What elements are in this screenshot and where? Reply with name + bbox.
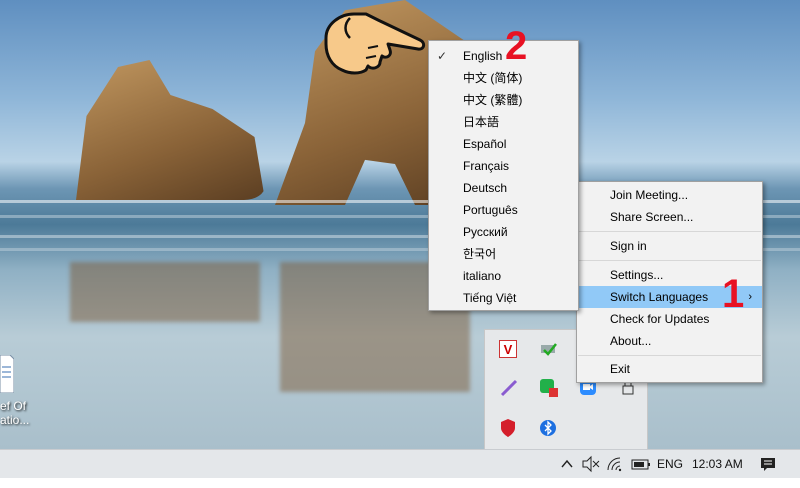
svg-text:V: V — [504, 342, 513, 357]
language-item-japanese[interactable]: 日本語 — [429, 111, 578, 133]
language-item-vietnamese[interactable]: Tiếng Việt — [429, 287, 578, 309]
language-item-chinese-traditional[interactable]: 中文 (繁體) — [429, 89, 578, 111]
language-item-french[interactable]: Français — [429, 155, 578, 177]
annotation-step-2: 2 — [505, 24, 528, 68]
taskbar: ENG 12:03 AM — [0, 449, 800, 478]
check-network-icon[interactable] — [539, 340, 561, 362]
v-antivirus-icon[interactable]: V — [499, 340, 521, 362]
language-item-chinese-simplified[interactable]: 中文 (简体) — [429, 67, 578, 89]
clock[interactable]: 12:03 AM — [692, 450, 743, 478]
wifi-icon[interactable] — [605, 450, 625, 478]
language-item-korean[interactable]: 한국어 — [429, 243, 578, 265]
rock-reflection — [70, 262, 260, 322]
menu-item-about[interactable]: About... — [577, 330, 762, 352]
checkmark-icon: ✓ — [437, 49, 448, 63]
language-item-italian[interactable]: italiano — [429, 265, 578, 287]
menu-item-join-meeting[interactable]: Join Meeting... — [577, 184, 762, 206]
language-item-german[interactable]: Deutsch — [429, 177, 578, 199]
battery-icon[interactable] — [630, 450, 652, 478]
language-submenu: ✓ English 中文 (简体) 中文 (繁體) 日本語 Español Fr… — [428, 40, 579, 311]
bluetooth-icon[interactable] — [539, 418, 561, 440]
volume-muted-icon[interactable] — [581, 450, 601, 478]
pointing-hand-icon — [320, 4, 430, 76]
language-item-english[interactable]: ✓ English — [429, 45, 578, 67]
shield-security-icon[interactable] — [499, 418, 521, 440]
annotation-step-1: 1 — [722, 272, 745, 316]
language-item-portuguese[interactable]: Português — [429, 199, 578, 221]
desktop-file-icon[interactable]: ef Of atio... — [0, 355, 40, 430]
menu-item-exit[interactable]: Exit — [577, 358, 762, 380]
menu-item-sign-in[interactable]: Sign in — [577, 235, 762, 257]
language-item-russian[interactable]: Русский — [429, 221, 578, 243]
left-rock-formation — [76, 60, 265, 200]
desktop-file-label: ef Of atio... — [0, 399, 30, 427]
show-hidden-icons-chevron-icon[interactable] — [559, 450, 575, 478]
language-item-spanish[interactable]: Español — [429, 133, 578, 155]
chat-app-icon[interactable] — [539, 378, 561, 400]
action-center-icon[interactable] — [758, 450, 780, 478]
desktop-background: ef Of atio... V Join Meeting... Share Sc… — [0, 0, 800, 449]
pen-icon[interactable] — [499, 378, 521, 400]
menu-item-share-screen[interactable]: Share Screen... — [577, 206, 762, 228]
document-icon — [0, 355, 14, 393]
submenu-arrow-icon: › — [748, 291, 752, 303]
input-language-indicator[interactable]: ENG — [657, 450, 683, 478]
